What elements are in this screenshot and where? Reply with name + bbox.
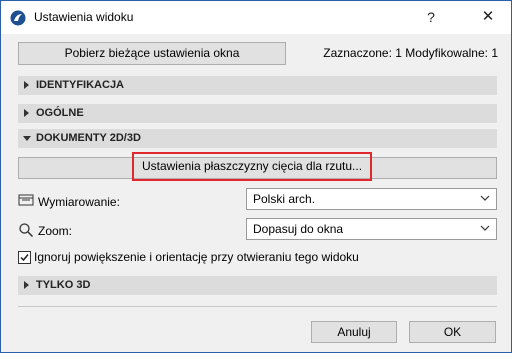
zoom-value: Dopasuj do okna: [253, 222, 344, 236]
chevron-down-icon: [480, 225, 490, 231]
section-identyfikacja[interactable]: IDENTYFIKACJA: [18, 76, 497, 95]
title-bar: Ustawienia widoku ? ✕: [1, 1, 511, 34]
dimension-icon: [18, 194, 34, 206]
zoom-label: Zoom:: [38, 224, 73, 238]
dimensioning-label: Wymiarowanie:: [38, 195, 120, 209]
section-ogolne[interactable]: OGÓLNE: [18, 104, 497, 123]
cut-plane-settings-label: Ustawienia płaszczyzny cięcia dla rzutu.…: [141, 159, 363, 173]
ok-button[interactable]: OK: [409, 321, 496, 343]
dimensioning-value: Polski arch.: [253, 192, 316, 206]
dialog-body: Pobierz bieżące ustawienia okna Zaznaczo…: [1, 34, 511, 352]
footer-divider: [18, 306, 497, 307]
collapse-arrow-icon: [23, 136, 31, 141]
section-tylko-3d[interactable]: TYLKO 3D: [18, 276, 497, 295]
ignore-zoom-checkbox[interactable]: [18, 251, 31, 264]
zoom-icon: [19, 223, 34, 238]
section-label: DOKUMENTY 2D/3D: [36, 132, 141, 144]
section-label: OGÓLNE: [36, 107, 84, 119]
window-title: Ustawienia widoku: [34, 10, 134, 24]
dimensioning-select[interactable]: Polski arch.: [246, 188, 497, 210]
section-label: TYLKO 3D: [36, 279, 91, 291]
app-icon: [10, 10, 26, 26]
chevron-down-icon: [480, 195, 490, 201]
fetch-window-settings-button[interactable]: Pobierz bieżące ustawienia okna: [18, 42, 286, 65]
cut-plane-settings-button[interactable]: Ustawienia płaszczyzny cięcia dla rzutu.…: [132, 152, 372, 181]
help-button[interactable]: ?: [419, 7, 443, 27]
selection-info: Zaznaczone: 1 Modyfikowalne: 1: [323, 46, 498, 60]
settings-dialog: Ustawienia widoku ? ✕ Pobierz bieżące us…: [0, 0, 512, 353]
expand-arrow-icon: [24, 281, 29, 289]
close-button[interactable]: ✕: [475, 7, 501, 27]
section-label: IDENTYFIKACJA: [36, 79, 125, 91]
checkmark-icon: [20, 254, 29, 262]
expand-arrow-icon: [24, 109, 29, 117]
cancel-button[interactable]: Anuluj: [311, 321, 397, 343]
ignore-zoom-label: Ignoruj powiększenie i orientację przy o…: [34, 250, 359, 264]
zoom-select[interactable]: Dopasuj do okna: [246, 218, 497, 240]
expand-arrow-icon: [24, 81, 29, 89]
section-dokumenty[interactable]: DOKUMENTY 2D/3D: [18, 129, 497, 148]
